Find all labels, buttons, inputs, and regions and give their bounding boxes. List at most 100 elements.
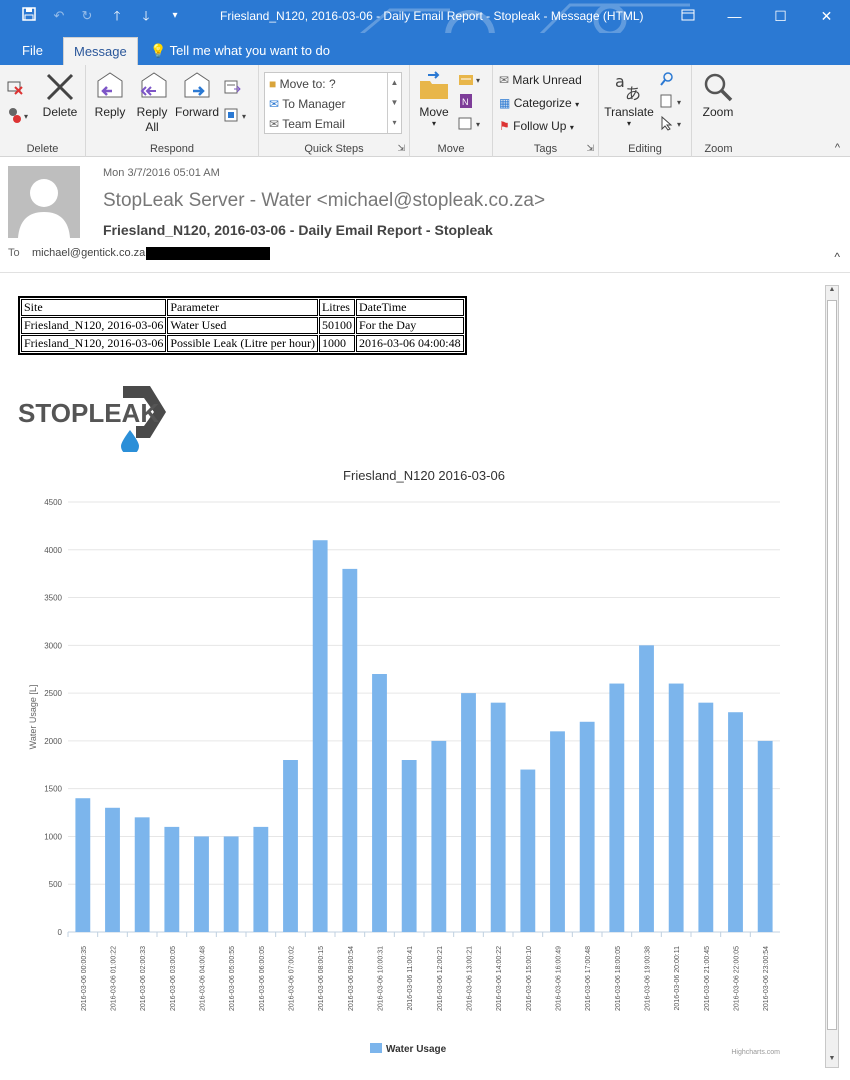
rules-icon[interactable]: ▾ bbox=[458, 71, 486, 91]
down-arrow-icon[interactable]: 🡓 bbox=[137, 7, 155, 25]
svg-text:あ: あ bbox=[625, 84, 641, 103]
lightbulb-icon: 💡 bbox=[150, 43, 167, 58]
junk-icon[interactable]: ▾ bbox=[6, 107, 30, 127]
ribbon: ▾ Delete Delete Reply Reply All Forward … bbox=[0, 65, 850, 157]
zoom-button[interactable]: Zoom bbox=[698, 71, 738, 119]
chart-bar bbox=[75, 798, 91, 932]
chart-bar bbox=[728, 712, 743, 932]
close-icon[interactable]: ✕ bbox=[804, 0, 849, 33]
scroll-thumb[interactable] bbox=[827, 300, 837, 1030]
scroll-down-arrow[interactable]: ▼ bbox=[826, 1055, 838, 1067]
x-tick-label: 2016-03-06 15:00:10 bbox=[526, 946, 533, 1011]
group-label-tags: Tags bbox=[533, 143, 558, 155]
to-recipient[interactable]: michael@gentick.co.za; bbox=[32, 247, 148, 259]
x-tick-label: 2016-03-06 13:00:21 bbox=[467, 946, 474, 1011]
x-tick-label: 2016-03-06 01:00:22 bbox=[111, 946, 118, 1011]
categorize-label: Categorize bbox=[513, 96, 572, 110]
y-tick-label: 2500 bbox=[44, 689, 62, 698]
tags-launcher-icon[interactable]: ⇲ bbox=[586, 143, 594, 154]
forward-button[interactable]: Forward bbox=[174, 71, 220, 119]
legend-label: Water Usage bbox=[386, 1044, 447, 1055]
follow-up-button[interactable]: ⚑ Follow Up ▾ bbox=[499, 116, 574, 136]
reply-icon bbox=[97, 72, 123, 98]
mark-unread-button[interactable]: ✉ Mark Unread bbox=[499, 70, 582, 90]
chart-bar bbox=[579, 721, 595, 932]
group-move: Move ▾ ▾ N ▾ Move bbox=[410, 65, 493, 157]
tab-message[interactable]: Message bbox=[63, 37, 138, 65]
related-icon[interactable]: ▾ bbox=[659, 93, 687, 113]
chart-bar bbox=[253, 826, 269, 932]
quick-step-label: Move to: ? bbox=[279, 77, 336, 91]
reading-pane-scrollbar[interactable]: ▲ ▼ bbox=[825, 285, 839, 1068]
quick-steps-gallery: ■ Move to: ? ✉ To Manager ✉ Team Email ▲… bbox=[264, 72, 402, 134]
minimize-icon[interactable]: — bbox=[712, 0, 757, 33]
find-icon[interactable] bbox=[659, 71, 675, 91]
y-axis-label: Water Usage [L] bbox=[28, 685, 38, 750]
ribbon-display-icon[interactable] bbox=[665, 0, 710, 33]
chart-bar bbox=[668, 683, 684, 932]
title-bar: ↶ ↻ 🡑 🡓 ▾ Friesland_N120, 2016-03-06 - D… bbox=[0, 0, 850, 33]
x-tick-label: 2016-03-06 14:00:22 bbox=[496, 946, 503, 1011]
follow-up-label: Follow Up bbox=[513, 119, 567, 133]
chart-bar bbox=[490, 702, 506, 932]
actions-icon[interactable]: ▾ bbox=[458, 115, 486, 135]
more-respond-icon[interactable]: ▾ bbox=[224, 107, 252, 127]
move-button[interactable]: Move ▾ bbox=[414, 71, 454, 128]
onenote-icon[interactable]: N bbox=[458, 93, 476, 113]
quick-steps-scrollbar[interactable]: ▲ ▼ ▾ bbox=[387, 73, 401, 133]
maximize-icon[interactable]: ☐ bbox=[758, 0, 803, 33]
category-icon: ▦ bbox=[499, 96, 511, 110]
reply-all-button[interactable]: Reply All bbox=[132, 71, 172, 135]
customize-qat-icon[interactable]: ▾ bbox=[166, 7, 184, 25]
up-arrow-icon[interactable]: 🡑 bbox=[108, 7, 126, 25]
collapse-ribbon-icon[interactable]: ^ bbox=[835, 142, 840, 154]
forward-icon bbox=[184, 72, 210, 98]
table-cell: Water Used bbox=[167, 317, 318, 334]
message-sender[interactable]: StopLeak Server - Water <michael@stoplea… bbox=[103, 190, 545, 212]
group-label-delete: Delete bbox=[26, 143, 59, 155]
chart-bar bbox=[520, 769, 536, 932]
translate-button[interactable]: aあ Translate ▾ bbox=[603, 71, 655, 128]
x-tick-label: 2016-03-06 20:00:11 bbox=[674, 946, 681, 1011]
quick-steps-launcher-icon[interactable]: ⇲ bbox=[397, 143, 405, 154]
x-tick-label: 2016-03-06 10:00:31 bbox=[378, 946, 385, 1011]
mail-icon: ✉ bbox=[269, 117, 280, 131]
svg-text:▾: ▾ bbox=[677, 98, 681, 107]
x-tick-label: 2016-03-06 09:00:54 bbox=[348, 946, 355, 1011]
undo-icon[interactable]: ↶ bbox=[50, 7, 68, 25]
reply-label: Reply bbox=[94, 105, 126, 119]
tell-me-label: Tell me what you want to do bbox=[169, 43, 330, 58]
chart-bar bbox=[757, 740, 773, 932]
select-icon[interactable]: ▾ bbox=[659, 115, 687, 135]
collapse-header-icon[interactable]: ^ bbox=[834, 250, 840, 264]
group-label-quick-steps: Quick Steps bbox=[304, 143, 364, 155]
follow-up-dropdown-icon: ▾ bbox=[569, 123, 574, 132]
categorize-button[interactable]: ▦ Categorize ▾ bbox=[499, 93, 579, 113]
table-cell: Possible Leak (Litre per hour) bbox=[167, 335, 318, 352]
x-tick-label: 2016-03-06 00:00:35 bbox=[81, 946, 88, 1011]
reply-all-icon bbox=[140, 72, 167, 98]
save-icon[interactable] bbox=[20, 7, 38, 25]
redo-icon[interactable]: ↻ bbox=[78, 7, 96, 25]
ignore-icon[interactable] bbox=[6, 79, 24, 99]
y-tick-label: 500 bbox=[49, 880, 63, 889]
scroll-up-arrow[interactable]: ▲ bbox=[826, 286, 838, 298]
x-tick-label: 2016-03-06 17:00:48 bbox=[585, 946, 592, 1011]
table-cell: For the Day bbox=[355, 317, 464, 334]
translate-label: Translate bbox=[604, 105, 654, 119]
y-tick-label: 3500 bbox=[44, 594, 62, 603]
flag-icon: ⚑ bbox=[499, 119, 510, 133]
quick-step-to-manager[interactable]: ✉ To Manager bbox=[269, 94, 346, 114]
quick-step-move-to[interactable]: ■ Move to: ? bbox=[269, 74, 336, 94]
chart-bar bbox=[639, 645, 654, 932]
tell-me-search[interactable]: 💡 Tell me what you want to do bbox=[140, 37, 340, 65]
quick-step-team-email[interactable]: ✉ Team Email bbox=[269, 114, 345, 134]
delete-button[interactable]: Delete bbox=[40, 71, 80, 119]
folder-icon: ■ bbox=[269, 77, 277, 91]
x-tick-label: 2016-03-06 21:00:45 bbox=[704, 946, 711, 1011]
reply-all-label-2: All bbox=[145, 120, 159, 134]
meeting-reply-icon[interactable] bbox=[224, 79, 242, 99]
tab-file[interactable]: File bbox=[12, 37, 53, 65]
zoom-label: Zoom bbox=[702, 105, 734, 119]
reply-button[interactable]: Reply bbox=[92, 71, 128, 119]
